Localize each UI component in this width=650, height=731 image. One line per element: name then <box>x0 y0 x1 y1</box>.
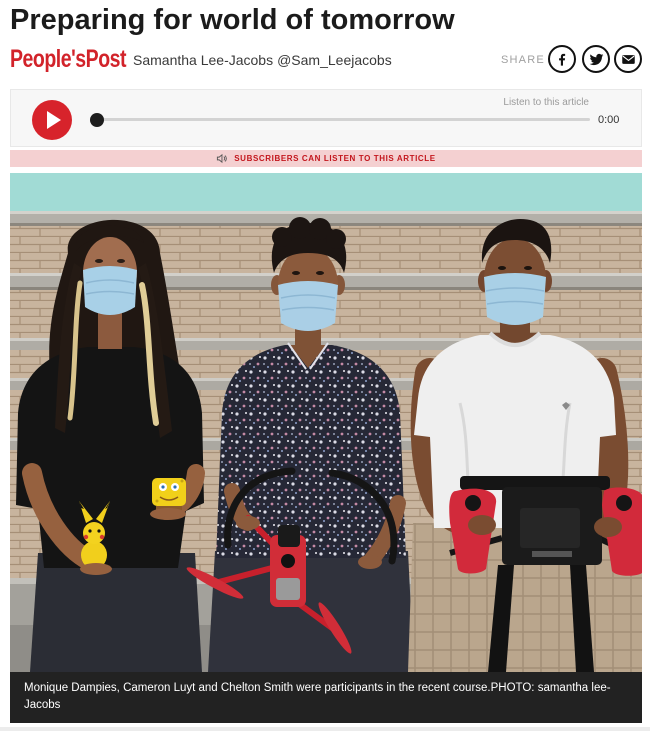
email-icon <box>621 54 635 64</box>
audio-time: 0:00 <box>598 114 620 126</box>
photo-caption: Monique Dampies, Cameron Luyt and Chelto… <box>10 672 642 723</box>
play-icon <box>47 111 61 129</box>
author-handle[interactable]: @Sam_Leejacobs <box>277 52 392 68</box>
spongebob-toy <box>150 478 186 520</box>
article-photo-figure <box>10 173 642 672</box>
article-headline: Preparing for world of tomorrow <box>10 4 455 36</box>
article-photo <box>10 173 642 672</box>
audio-player: Listen to this article 0:00 <box>10 89 642 147</box>
twitter-icon <box>589 53 603 65</box>
facebook-icon <box>559 53 566 66</box>
publication-logo[interactable]: People'sPost <box>10 45 127 73</box>
audio-progress-track[interactable] <box>90 112 590 127</box>
listen-label: Listen to this article <box>503 97 589 108</box>
progress-knob[interactable] <box>90 112 104 127</box>
share-label: SHARE <box>501 54 545 66</box>
play-button[interactable] <box>32 100 72 140</box>
twitter-share-button[interactable] <box>582 45 610 73</box>
subscriber-banner: SUBSCRIBERS CAN LISTEN TO THIS ARTICLE <box>10 150 642 167</box>
email-share-button[interactable] <box>614 45 642 73</box>
author-name[interactable]: Samantha Lee-Jacobs <box>133 52 273 68</box>
facebook-share-button[interactable] <box>548 45 576 73</box>
byline: Samantha Lee-Jacobs @Sam_Leejacobs <box>133 51 392 69</box>
speaker-icon <box>217 153 227 164</box>
page-bottom-divider <box>0 727 650 731</box>
subscriber-banner-text: SUBSCRIBERS CAN LISTEN TO THIS ARTICLE <box>234 154 436 163</box>
